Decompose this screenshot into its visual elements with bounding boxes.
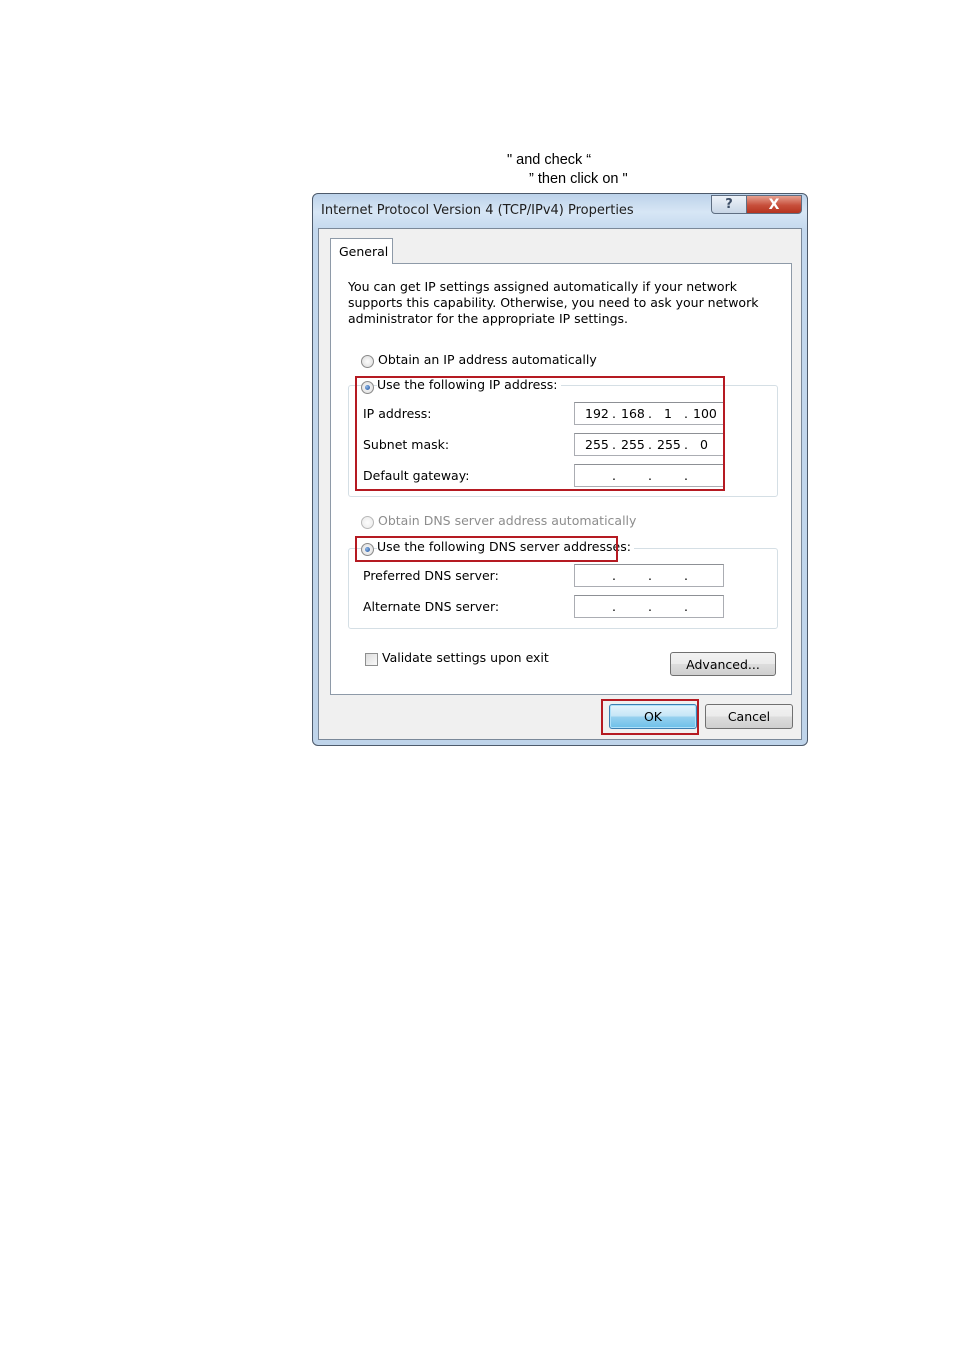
instruction-line-2: ” then click on " xyxy=(529,171,628,187)
obtain-ip-auto-radio[interactable] xyxy=(361,355,374,368)
ip-settings-highlight xyxy=(355,376,725,491)
help-button[interactable]: ? xyxy=(711,195,747,214)
alternate-dns-input[interactable]: . . . xyxy=(574,595,724,618)
alternate-dns-dot-1: . xyxy=(612,599,616,614)
alternate-dns-label: Alternate DNS server: xyxy=(363,599,500,614)
description-text: You can get IP settings assigned automat… xyxy=(348,279,759,326)
preferred-dns-dot-2: . xyxy=(648,568,652,583)
close-icon: X xyxy=(768,196,780,213)
help-icon: ? xyxy=(725,197,733,212)
obtain-dns-auto-radio[interactable] xyxy=(361,516,374,529)
obtain-dns-auto-label[interactable]: Obtain DNS server address automatically xyxy=(378,513,636,528)
preferred-dns-dot-3: . xyxy=(684,568,688,583)
dns-settings-highlight xyxy=(355,536,618,562)
alternate-dns-dot-3: . xyxy=(684,599,688,614)
close-button[interactable]: X xyxy=(746,195,802,214)
alternate-dns-dot-2: . xyxy=(648,599,652,614)
dialog-title: Internet Protocol Version 4 (TCP/IPv4) P… xyxy=(321,203,634,218)
cancel-button[interactable]: Cancel xyxy=(705,704,793,729)
instruction-line-1: " and check “ xyxy=(507,152,592,168)
obtain-ip-auto-label[interactable]: Obtain an IP address automatically xyxy=(378,352,597,367)
ok-button-highlight xyxy=(601,699,699,735)
validate-settings-label[interactable]: Validate settings upon exit xyxy=(382,650,549,665)
preferred-dns-dot-1: . xyxy=(612,568,616,583)
validate-settings-checkbox[interactable] xyxy=(365,653,378,666)
preferred-dns-label: Preferred DNS server: xyxy=(363,568,499,583)
preferred-dns-input[interactable]: . . . xyxy=(574,564,724,587)
tab-general[interactable]: General xyxy=(330,238,393,264)
advanced-button[interactable]: Advanced... xyxy=(670,652,776,676)
